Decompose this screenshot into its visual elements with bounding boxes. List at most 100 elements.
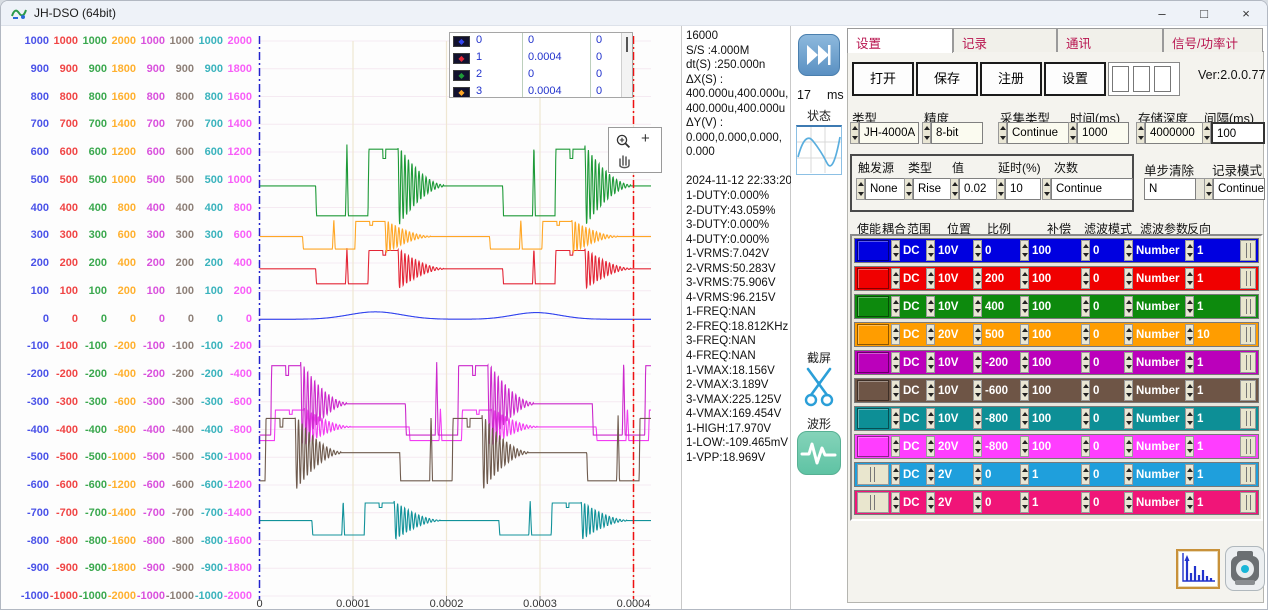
- channel-filter-param-value[interactable]: 1: [1194, 301, 1220, 313]
- spin-up-arrow[interactable]: [1187, 272, 1193, 276]
- spin-down-arrow[interactable]: [928, 309, 934, 313]
- record-mode-spinner[interactable]: [1204, 178, 1213, 200]
- channel-invert-toggle[interactable]: [1240, 380, 1256, 401]
- channel-filter-mode-value[interactable]: Number: [1133, 497, 1183, 509]
- channel-compensation-spinner[interactable]: [1081, 380, 1090, 401]
- channel-position-value[interactable]: -800: [982, 413, 1018, 425]
- channel-filter-param-value[interactable]: 1: [1194, 245, 1220, 257]
- channel-range-spinner[interactable]: [926, 296, 935, 317]
- spin-down-arrow[interactable]: [1083, 421, 1089, 425]
- close-button[interactable]: ×: [1225, 1, 1267, 26]
- channel-coupling-value[interactable]: DC: [900, 469, 924, 481]
- channel-compensation-value[interactable]: 0: [1090, 357, 1122, 369]
- spin-down-arrow[interactable]: [893, 393, 899, 397]
- trigger-source-spinner[interactable]: [856, 178, 865, 200]
- storage-depth-spinner[interactable]: [1136, 122, 1145, 144]
- spin-up-arrow[interactable]: [975, 300, 981, 304]
- channel-coupling-spinner[interactable]: [891, 492, 900, 513]
- spin-up-arrow[interactable]: [1044, 182, 1050, 186]
- spin-up-arrow[interactable]: [998, 182, 1004, 186]
- spin-down-arrow[interactable]: [1126, 281, 1132, 285]
- channel-position-spinner[interactable]: [973, 324, 982, 345]
- spin-down-arrow[interactable]: [1126, 253, 1132, 257]
- spin-up-arrow[interactable]: [1022, 244, 1028, 248]
- plot-legend[interactable]: ◆000◆10.00040◆200◆30.00040: [449, 32, 633, 98]
- spin-up-arrow[interactable]: [1022, 468, 1028, 472]
- spin-down-arrow[interactable]: [893, 449, 899, 453]
- spin-up-arrow[interactable]: [928, 496, 934, 500]
- save-button[interactable]: 保存: [916, 62, 978, 96]
- spin-up-arrow[interactable]: [928, 384, 934, 388]
- spin-down-arrow[interactable]: [975, 337, 981, 341]
- spin-down-arrow[interactable]: [858, 192, 864, 196]
- channel-range-value[interactable]: 10V: [935, 413, 971, 425]
- spin-up-arrow[interactable]: [1187, 356, 1193, 360]
- channel-compensation-spinner[interactable]: [1081, 436, 1090, 457]
- spin-down-arrow[interactable]: [1187, 477, 1193, 481]
- channel-filter-mode-spinner[interactable]: [1124, 296, 1133, 317]
- spin-down-arrow[interactable]: [1083, 309, 1089, 313]
- channel-scale-value[interactable]: 100: [1029, 273, 1079, 285]
- trigger-type-spinner[interactable]: [904, 178, 913, 200]
- channel-scale-spinner[interactable]: [1020, 436, 1029, 457]
- channel-invert-toggle[interactable]: [1240, 268, 1256, 289]
- channel-filter-param-spinner[interactable]: [1185, 324, 1194, 345]
- spin-down-arrow[interactable]: [1187, 449, 1193, 453]
- spin-down-arrow[interactable]: [1022, 365, 1028, 369]
- spin-down-arrow[interactable]: [1187, 281, 1193, 285]
- spin-down-arrow[interactable]: [928, 449, 934, 453]
- settings-button[interactable]: 设置: [1044, 62, 1106, 96]
- channel-position-spinner[interactable]: [973, 240, 982, 261]
- channel-filter-mode-spinner[interactable]: [1124, 324, 1133, 345]
- channel-range-value[interactable]: 2V: [935, 497, 971, 509]
- register-button[interactable]: 注册: [980, 62, 1042, 96]
- spin-up-arrow[interactable]: [893, 384, 899, 388]
- spin-up-arrow[interactable]: [928, 440, 934, 444]
- channel-coupling-spinner[interactable]: [891, 436, 900, 457]
- channel-coupling-value[interactable]: DC: [900, 329, 924, 341]
- channel-compensation-spinner[interactable]: [1081, 268, 1090, 289]
- spin-up-arrow[interactable]: [1126, 384, 1132, 388]
- spin-up-arrow[interactable]: [1187, 384, 1193, 388]
- spin-up-arrow[interactable]: [1126, 272, 1132, 276]
- time-ms-spinner[interactable]: [1068, 122, 1077, 144]
- device-type-spinner[interactable]: [850, 122, 859, 144]
- spin-up-arrow[interactable]: [1022, 384, 1028, 388]
- spin-down-arrow[interactable]: [1083, 393, 1089, 397]
- channel-filter-param-value[interactable]: 1: [1194, 497, 1220, 509]
- spin-up-arrow[interactable]: [975, 440, 981, 444]
- channel-enable-toggle[interactable]: [857, 408, 889, 429]
- spin-up-arrow[interactable]: [1187, 300, 1193, 304]
- spin-up-arrow[interactable]: [893, 300, 899, 304]
- spin-up-arrow[interactable]: [1187, 468, 1193, 472]
- channel-compensation-value[interactable]: 0: [1090, 413, 1122, 425]
- channel-filter-param-spinner[interactable]: [1185, 380, 1194, 401]
- channel-compensation-spinner[interactable]: [1081, 352, 1090, 373]
- spin-up-arrow[interactable]: [928, 412, 934, 416]
- spin-down-arrow[interactable]: [1187, 365, 1193, 369]
- precision-spinner[interactable]: [922, 122, 931, 144]
- spin-down-arrow[interactable]: [928, 253, 934, 257]
- spin-up-arrow[interactable]: [1022, 440, 1028, 444]
- spin-up-arrow[interactable]: [858, 182, 864, 186]
- spin-up-arrow[interactable]: [1126, 328, 1132, 332]
- spin-down-arrow[interactable]: [1187, 505, 1193, 509]
- spin-up-arrow[interactable]: [1138, 126, 1144, 130]
- channel-enable-toggle[interactable]: [857, 240, 889, 261]
- legend-row[interactable]: ◆10.00040: [450, 50, 632, 67]
- channel-position-spinner[interactable]: [973, 296, 982, 317]
- add-cursor-tool[interactable]: +: [641, 130, 650, 147]
- spin-down-arrow[interactable]: [893, 309, 899, 313]
- channel-position-value[interactable]: -200: [982, 357, 1018, 369]
- spin-down-arrow[interactable]: [975, 309, 981, 313]
- channel-invert-toggle[interactable]: [1240, 324, 1256, 345]
- spin-down-arrow[interactable]: [928, 421, 934, 425]
- channel-position-value[interactable]: 0: [982, 245, 1018, 257]
- spin-down-arrow[interactable]: [1126, 477, 1132, 481]
- channel-scale-value[interactable]: 100: [1029, 385, 1079, 397]
- spin-down-arrow[interactable]: [1126, 449, 1132, 453]
- channel-coupling-value[interactable]: DC: [900, 245, 924, 257]
- channel-invert-toggle[interactable]: [1240, 296, 1256, 317]
- channel-coupling-value[interactable]: DC: [900, 357, 924, 369]
- spin-down-arrow[interactable]: [975, 421, 981, 425]
